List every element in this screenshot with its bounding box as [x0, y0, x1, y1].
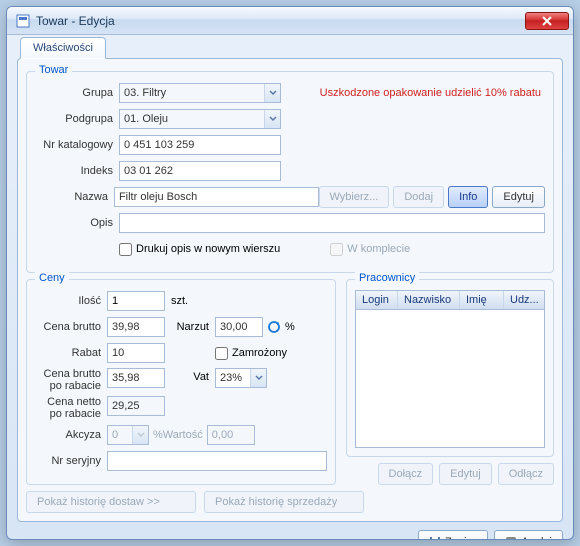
label-cena-brutto-po: Cena brutto po rabacie [35, 368, 107, 392]
grid-body[interactable] [356, 310, 544, 447]
group-towar-title: Towar [35, 64, 72, 76]
edytuj-button[interactable]: Edytuj [492, 186, 545, 208]
input-rabat[interactable] [107, 343, 165, 363]
checkbox-drukuj-box[interactable] [119, 243, 132, 256]
col-login[interactable]: Login [356, 291, 398, 309]
label-nrkat: Nr katalogowy [35, 139, 119, 151]
label-szt: szt. [171, 295, 188, 307]
input-nazwa[interactable] [114, 187, 319, 207]
checkbox-wkomplecie-label: W komplecie [347, 243, 410, 255]
group-pracownicy: Pracownicy Login Nazwisko Imię Udz... [346, 279, 554, 457]
footer: Zapisz Anuluj [17, 522, 563, 540]
close-icon [542, 16, 552, 26]
employees-grid[interactable]: Login Nazwisko Imię Udz... [355, 290, 545, 448]
anuluj-label: Anuluj [521, 536, 552, 540]
grid-header: Login Nazwisko Imię Udz... [356, 291, 544, 310]
combo-akcyza[interactable] [107, 425, 149, 445]
checkbox-zamrozony-label: Zamrożony [232, 347, 287, 359]
checkbox-wkomplecie[interactable]: W komplecie [330, 243, 410, 256]
label-opis: Opis [35, 217, 119, 229]
group-ceny-title: Ceny [35, 272, 69, 284]
label-podgrupa: Podgrupa [35, 113, 119, 125]
input-cena-netto-po[interactable] [107, 396, 165, 416]
group-towar: Towar Grupa Uszkodzone opakowanie udziel… [26, 71, 554, 273]
checkbox-zamrozony[interactable]: Zamrożony [215, 347, 287, 360]
label-nr-seryjny: Nr seryjny [35, 455, 107, 467]
label-pct2: % [153, 429, 163, 441]
label-cena-brutto: Cena brutto [35, 321, 107, 333]
anuluj-button[interactable]: Anuluj [494, 530, 563, 540]
checkbox-wkomplecie-box [330, 243, 343, 256]
combo-podgrupa[interactable] [119, 109, 281, 129]
window-title: Towar - Edycja [36, 14, 525, 28]
damage-note: Uszkodzone opakowanie udzielić 10% rabat… [281, 87, 545, 99]
cancel-icon [505, 536, 517, 540]
label-narzut: Narzut [165, 321, 215, 333]
emp-edytuj-button[interactable]: Edytuj [439, 463, 492, 485]
label-grupa: Grupa [35, 87, 119, 99]
chevron-down-icon [269, 116, 277, 122]
zapisz-label: Zapisz [445, 536, 477, 540]
close-button[interactable] [525, 12, 569, 30]
zapisz-button[interactable]: Zapisz [418, 530, 488, 540]
label-akcyza: Akcyza [35, 429, 107, 441]
dodaj-button[interactable]: Dodaj [393, 186, 444, 208]
client-area: Właściwości Towar Grupa Uszkodzone opako… [7, 35, 573, 539]
refresh-icon[interactable] [267, 320, 281, 334]
label-wartosc: Wartość [163, 429, 207, 441]
tab-strip: Właściwości [20, 37, 563, 59]
label-nazwa: Nazwa [35, 191, 114, 203]
historia-dostaw-button[interactable]: Pokaż historię dostaw >> [26, 491, 196, 513]
chevron-down-icon [269, 90, 277, 96]
info-button[interactable]: Info [448, 186, 488, 208]
label-indeks: Indeks [35, 165, 119, 177]
dolacz-button[interactable]: Dołącz [378, 463, 434, 485]
odlacz-button[interactable]: Odłącz [498, 463, 554, 485]
tab-properties[interactable]: Właściwości [20, 37, 106, 59]
input-ilosc[interactable] [107, 291, 165, 311]
historia-sprzedazy-button[interactable]: Pokaż historię sprzedaży [204, 491, 364, 513]
window-frame: Towar - Edycja Właściwości Towar Grupa U… [6, 6, 574, 540]
label-cena-netto-po: Cena netto po rabacie [35, 396, 107, 420]
combo-akcyza-btn[interactable] [132, 426, 148, 444]
input-cena-brutto[interactable] [107, 317, 165, 337]
input-grupa[interactable] [119, 83, 281, 103]
input-wartosc[interactable] [207, 425, 255, 445]
combo-grupa-btn[interactable] [264, 84, 280, 102]
label-vat: Vat [165, 368, 215, 383]
group-pracownicy-title: Pracownicy [355, 272, 419, 284]
input-podgrupa[interactable] [119, 109, 281, 129]
input-indeks[interactable] [119, 161, 281, 181]
combo-grupa[interactable] [119, 83, 281, 103]
app-icon [15, 13, 31, 29]
label-pct1: % [285, 321, 295, 333]
chevron-down-icon [137, 432, 145, 438]
tab-panel: Towar Grupa Uszkodzone opakowanie udziel… [17, 58, 563, 522]
input-cena-brutto-po[interactable] [107, 368, 165, 388]
combo-podgrupa-btn[interactable] [264, 110, 280, 128]
save-icon [429, 536, 441, 540]
checkbox-drukuj-label: Drukuj opis w nowym wierszu [136, 243, 280, 255]
wybierz-button[interactable]: Wybierz... [319, 186, 390, 208]
checkbox-drukuj[interactable]: Drukuj opis w nowym wierszu [119, 243, 280, 256]
input-opis[interactable] [119, 213, 545, 233]
col-udz[interactable]: Udz... [504, 291, 544, 309]
input-nrkat[interactable] [119, 135, 281, 155]
group-ceny: Ceny Ilość szt. Cena brutto Narzut [26, 279, 336, 485]
checkbox-zamrozony-box[interactable] [215, 347, 228, 360]
label-rabat: Rabat [35, 347, 107, 359]
input-nr-seryjny[interactable] [107, 451, 327, 471]
chevron-down-icon [255, 375, 263, 381]
combo-vat[interactable] [215, 368, 267, 388]
input-narzut[interactable] [215, 317, 263, 337]
label-ilosc: Ilość [35, 295, 107, 307]
col-nazwisko[interactable]: Nazwisko [398, 291, 460, 309]
titlebar[interactable]: Towar - Edycja [7, 7, 573, 35]
combo-vat-btn[interactable] [250, 369, 266, 387]
col-imie[interactable]: Imię [460, 291, 504, 309]
